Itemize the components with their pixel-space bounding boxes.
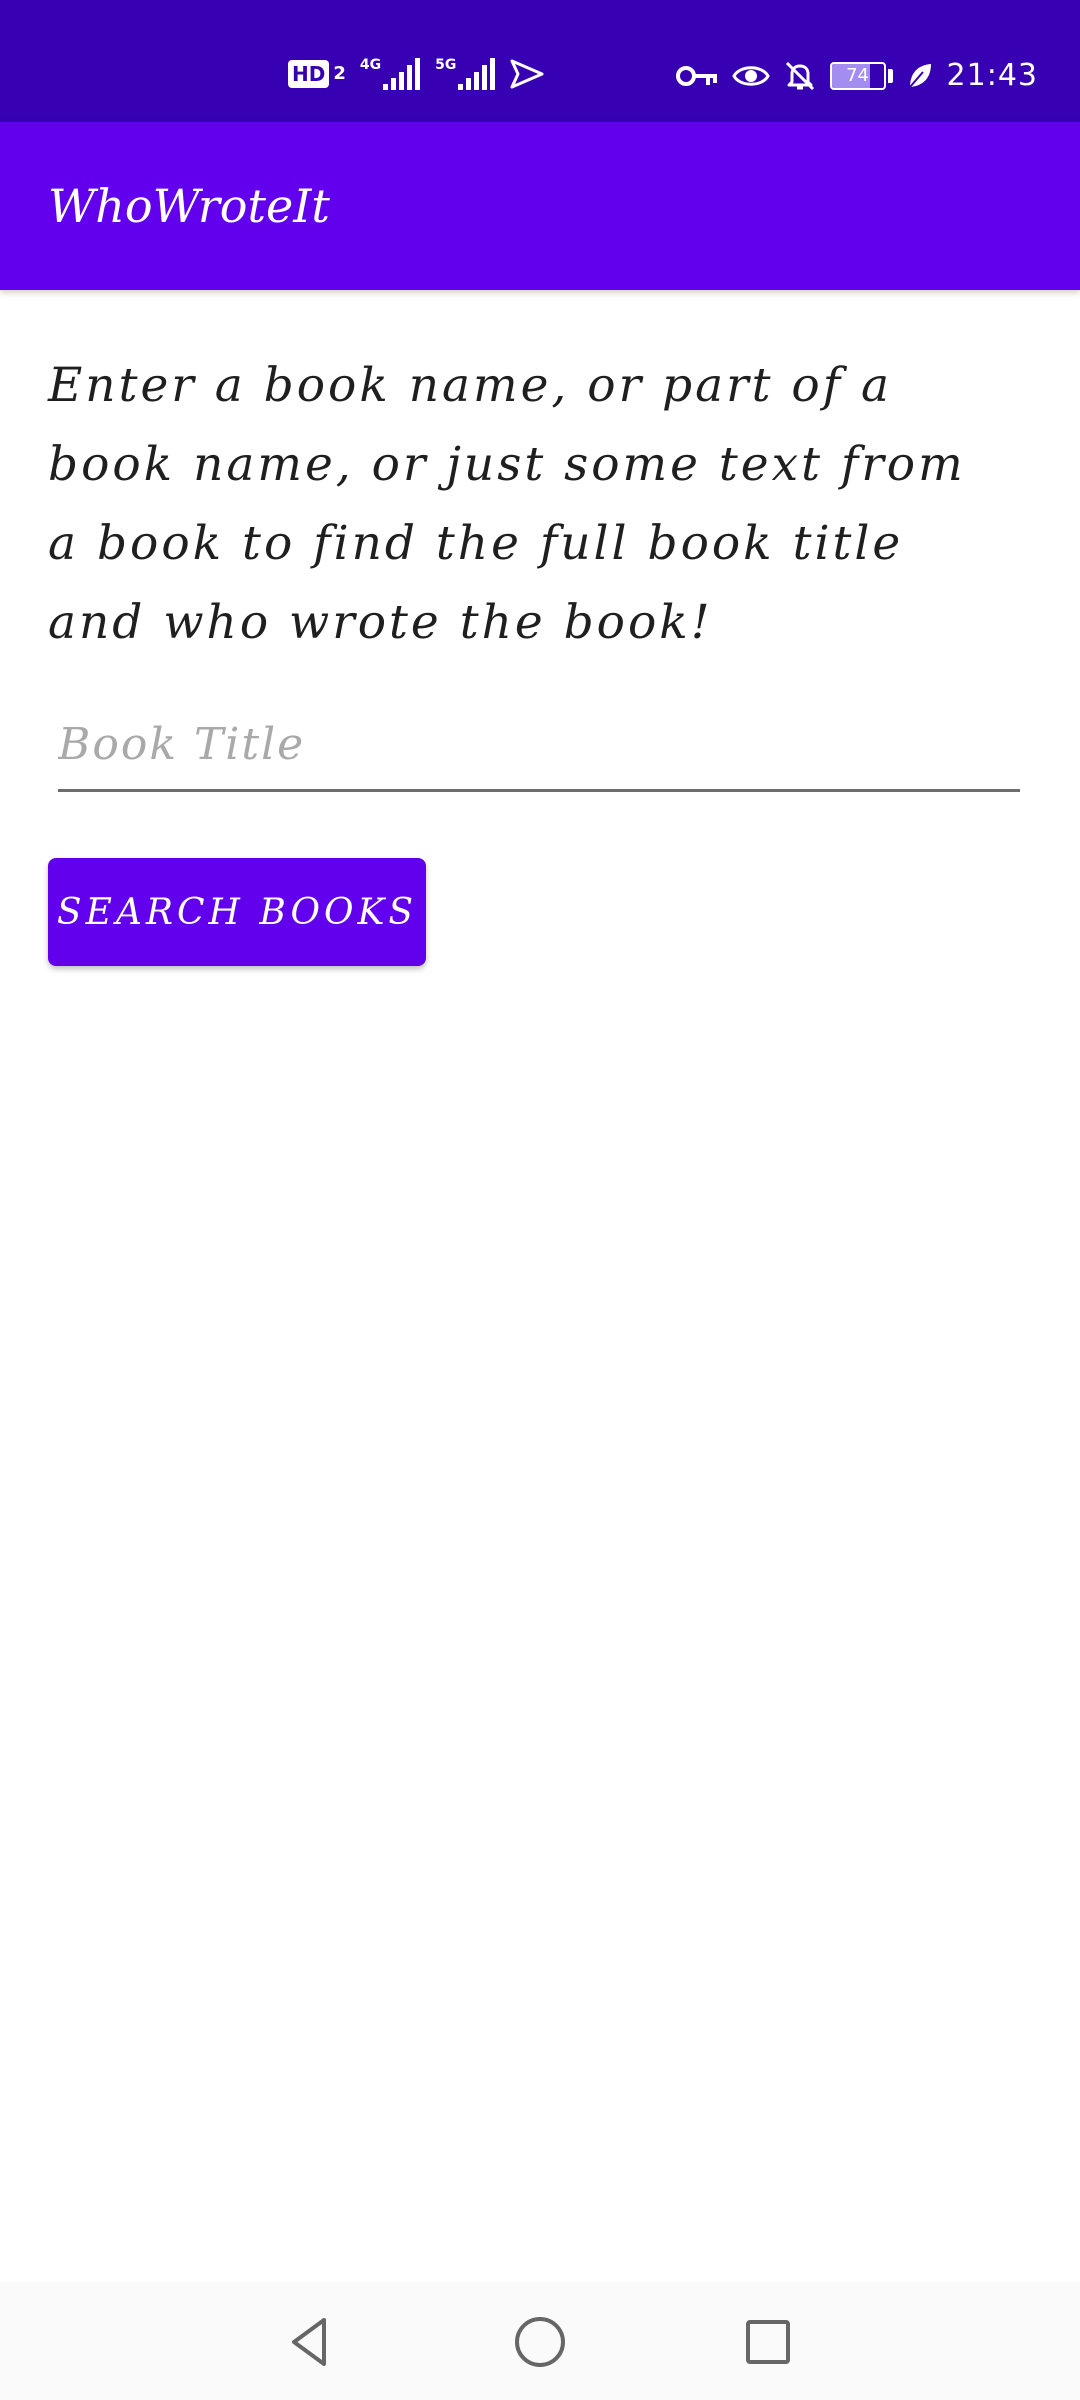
- screen: HD 2 4G 5G 74 21:43 WhoWroteIt Enter a b…: [0, 0, 1080, 2400]
- leaf-icon: [908, 63, 931, 88]
- eye-icon: [731, 65, 770, 86]
- book-title-field: [58, 700, 1020, 792]
- back-icon: [292, 2318, 326, 2366]
- network-1-label: 4G: [359, 57, 382, 73]
- status-bar: HD 2 4G 5G 74 21:43: [0, 0, 1080, 122]
- hd-label: HD: [288, 60, 330, 88]
- bell-off-icon: [785, 61, 814, 90]
- network-1: 4G: [360, 58, 421, 90]
- battery-level: 74: [846, 64, 869, 86]
- home-button[interactable]: [500, 2302, 580, 2382]
- instructions-text: Enter a book name, or part of a book nam…: [48, 358, 966, 650]
- back-button[interactable]: [270, 2302, 350, 2382]
- battery-icon: 74: [829, 61, 893, 90]
- hd-sub-label: 2: [333, 63, 346, 84]
- hd-voice-badge: HD 2: [288, 60, 346, 88]
- home-icon: [515, 2317, 565, 2367]
- battery-cap: [887, 68, 893, 83]
- clock: 21:43: [946, 58, 1038, 93]
- signal-icon: [458, 58, 496, 90]
- recents-icon: [746, 2320, 790, 2364]
- navigation-bar: [0, 2282, 1080, 2400]
- app-bar: WhoWroteIt: [0, 122, 1080, 290]
- status-icons: 74 21:43: [675, 58, 1038, 93]
- recents-button[interactable]: [728, 2302, 808, 2382]
- network-2: 5G: [435, 58, 496, 90]
- network-indicators: HD 2 4G 5G: [288, 58, 544, 90]
- book-title-input[interactable]: [58, 700, 1020, 789]
- search-books-button[interactable]: SEARCH BOOKS: [48, 858, 426, 966]
- app-title: WhoWroteIt: [48, 179, 330, 233]
- network-2-label: 5G: [435, 57, 457, 73]
- send-icon: [510, 59, 544, 89]
- battery-body: 74: [829, 61, 886, 90]
- signal-icon: [383, 58, 421, 90]
- key-icon: [675, 65, 717, 86]
